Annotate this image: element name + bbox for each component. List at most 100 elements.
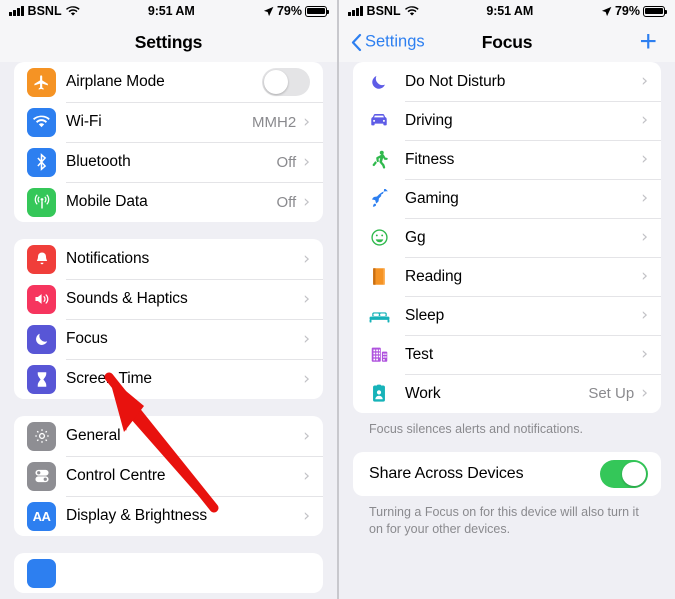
focus-row-label: Fitness bbox=[405, 150, 455, 168]
gear-icon bbox=[27, 421, 56, 451]
settings-row-label: General bbox=[66, 427, 121, 444]
mobile-data-state-value: Off bbox=[276, 193, 297, 211]
back-button[interactable]: Settings bbox=[351, 33, 425, 52]
speaker-icon bbox=[27, 284, 56, 314]
id-badge-icon bbox=[366, 384, 392, 403]
status-bar-left: BSNL 9:51 AM 79% bbox=[0, 0, 337, 22]
chevron-right-icon: › bbox=[641, 110, 648, 130]
chevron-right-icon: › bbox=[641, 188, 648, 208]
wifi-icon bbox=[404, 5, 419, 16]
text-size-icon: AA bbox=[27, 501, 56, 531]
cellular-bars-icon bbox=[9, 6, 24, 16]
settings-row-label: Sounds & Haptics bbox=[66, 290, 188, 307]
focus-row-gaming[interactable]: Gaming › bbox=[353, 179, 661, 218]
clock-label: 9:51 AM bbox=[486, 4, 534, 18]
moon-icon bbox=[27, 324, 56, 354]
settings-row-sounds-haptics[interactable]: Sounds & Haptics › bbox=[14, 279, 323, 319]
settings-row-airplane-mode[interactable]: Airplane Mode bbox=[14, 62, 323, 102]
settings-row-wifi[interactable]: Wi-Fi MMH2 › bbox=[14, 102, 323, 142]
settings-group-system: General › Control Centre › AA Display & … bbox=[14, 416, 323, 536]
focus-screen: BSNL 9:51 AM 79% Settings Focus + Do Not… bbox=[339, 0, 675, 599]
focus-row-label: Reading bbox=[405, 267, 463, 285]
settings-row-general[interactable]: General › bbox=[14, 416, 323, 456]
focus-row-work[interactable]: Work Set Up › bbox=[353, 374, 661, 413]
chevron-right-icon: › bbox=[641, 266, 648, 286]
focus-row-fitness[interactable]: Fitness › bbox=[353, 140, 661, 179]
settings-row-notifications[interactable]: Notifications › bbox=[14, 239, 323, 279]
chevron-right-icon: › bbox=[303, 248, 310, 269]
focus-footnote: Focus silences alerts and notifications. bbox=[369, 422, 583, 436]
rocket-icon bbox=[366, 189, 392, 208]
wifi-icon bbox=[27, 107, 56, 137]
add-focus-button[interactable]: + bbox=[639, 27, 657, 57]
smiley-icon bbox=[366, 228, 392, 247]
settings-row-partial[interactable] bbox=[14, 553, 323, 593]
focus-content: Do Not Disturb › Driving › Fitness › Gam… bbox=[339, 62, 675, 538]
airplane-mode-toggle[interactable] bbox=[262, 68, 310, 96]
chevron-right-icon: › bbox=[641, 383, 648, 403]
settings-row-label: Control Centre bbox=[66, 467, 166, 484]
carrier-label: BSNL bbox=[27, 4, 62, 18]
dual-screenshot: BSNL 9:51 AM 79% Settings Airplane Mode … bbox=[0, 0, 675, 599]
chevron-right-icon: › bbox=[303, 288, 310, 309]
bell-icon bbox=[27, 244, 56, 274]
airplane-icon bbox=[27, 67, 56, 97]
settings-row-display-brightness[interactable]: AA Display & Brightness › bbox=[14, 496, 323, 536]
page-title: Settings bbox=[134, 31, 203, 52]
battery-percent-label: 79% bbox=[276, 4, 302, 18]
share-across-devices-row[interactable]: Share Across Devices bbox=[353, 452, 661, 496]
wifi-network-value: MMH2 bbox=[252, 113, 297, 131]
page-title: Focus bbox=[481, 31, 533, 52]
wifi-icon bbox=[65, 5, 80, 16]
car-icon bbox=[366, 113, 392, 128]
chevron-right-icon: › bbox=[641, 227, 648, 247]
share-across-devices-toggle[interactable] bbox=[600, 459, 648, 488]
focus-row-label: Work bbox=[405, 384, 441, 402]
focus-row-reading[interactable]: Reading › bbox=[353, 257, 661, 296]
work-setup-value: Set Up bbox=[588, 385, 635, 402]
settings-row-mobile-data[interactable]: Mobile Data Off › bbox=[14, 182, 323, 222]
book-icon bbox=[366, 267, 392, 286]
settings-list: Airplane Mode Wi-Fi MMH2 › Bluetooth Off… bbox=[0, 62, 337, 593]
chevron-right-icon: › bbox=[303, 425, 310, 446]
chevron-right-icon: › bbox=[641, 305, 648, 325]
settings-row-bluetooth[interactable]: Bluetooth Off › bbox=[14, 142, 323, 182]
chevron-right-icon: › bbox=[641, 344, 648, 364]
chevron-right-icon: › bbox=[303, 465, 310, 486]
settings-row-screen-time[interactable]: Screen Time › bbox=[14, 359, 323, 399]
chevron-right-icon: › bbox=[303, 368, 310, 389]
bluetooth-icon bbox=[27, 147, 56, 177]
settings-group-notifications: Notifications › Sounds & Haptics › Focus… bbox=[14, 239, 323, 399]
nav-bar-left: Settings bbox=[0, 22, 337, 62]
focus-row-sleep[interactable]: Sleep › bbox=[353, 296, 661, 335]
focus-row-test[interactable]: Test › bbox=[353, 335, 661, 374]
location-arrow-icon bbox=[601, 6, 612, 16]
control-toggles-icon bbox=[27, 461, 56, 491]
settings-group-connectivity: Airplane Mode Wi-Fi MMH2 › Bluetooth Off… bbox=[14, 62, 323, 222]
chevron-right-icon: › bbox=[641, 149, 648, 169]
hourglass-icon bbox=[27, 364, 56, 394]
battery-icon bbox=[305, 5, 330, 17]
clock-label: 9:51 AM bbox=[147, 4, 195, 18]
settings-row-focus[interactable]: Focus › bbox=[14, 319, 323, 359]
chevron-right-icon: › bbox=[303, 328, 310, 349]
chevron-right-icon: › bbox=[303, 191, 310, 212]
settings-row-label: Mobile Data bbox=[66, 193, 148, 210]
status-bar-right: BSNL 9:51 AM 79% bbox=[339, 0, 675, 22]
nav-bar-right: Settings Focus + bbox=[339, 22, 675, 62]
focus-row-gg[interactable]: Gg › bbox=[353, 218, 661, 257]
battery-icon bbox=[643, 5, 668, 17]
focus-row-label: Driving bbox=[405, 111, 453, 129]
focus-row-label: Sleep bbox=[405, 306, 445, 324]
focus-row-do-not-disturb[interactable]: Do Not Disturb › bbox=[353, 62, 661, 101]
bed-icon bbox=[366, 308, 392, 324]
focus-row-driving[interactable]: Driving › bbox=[353, 101, 661, 140]
cellular-tower-icon bbox=[27, 187, 56, 217]
focus-row-label: Test bbox=[405, 345, 434, 363]
focus-row-label: Do Not Disturb bbox=[405, 72, 506, 90]
settings-row-label: Bluetooth bbox=[66, 153, 131, 170]
settings-group-next-partial bbox=[14, 553, 323, 593]
share-footnote: Turning a Focus on for this device will … bbox=[369, 504, 639, 536]
chevron-right-icon: › bbox=[303, 151, 310, 172]
settings-row-control-centre[interactable]: Control Centre › bbox=[14, 456, 323, 496]
